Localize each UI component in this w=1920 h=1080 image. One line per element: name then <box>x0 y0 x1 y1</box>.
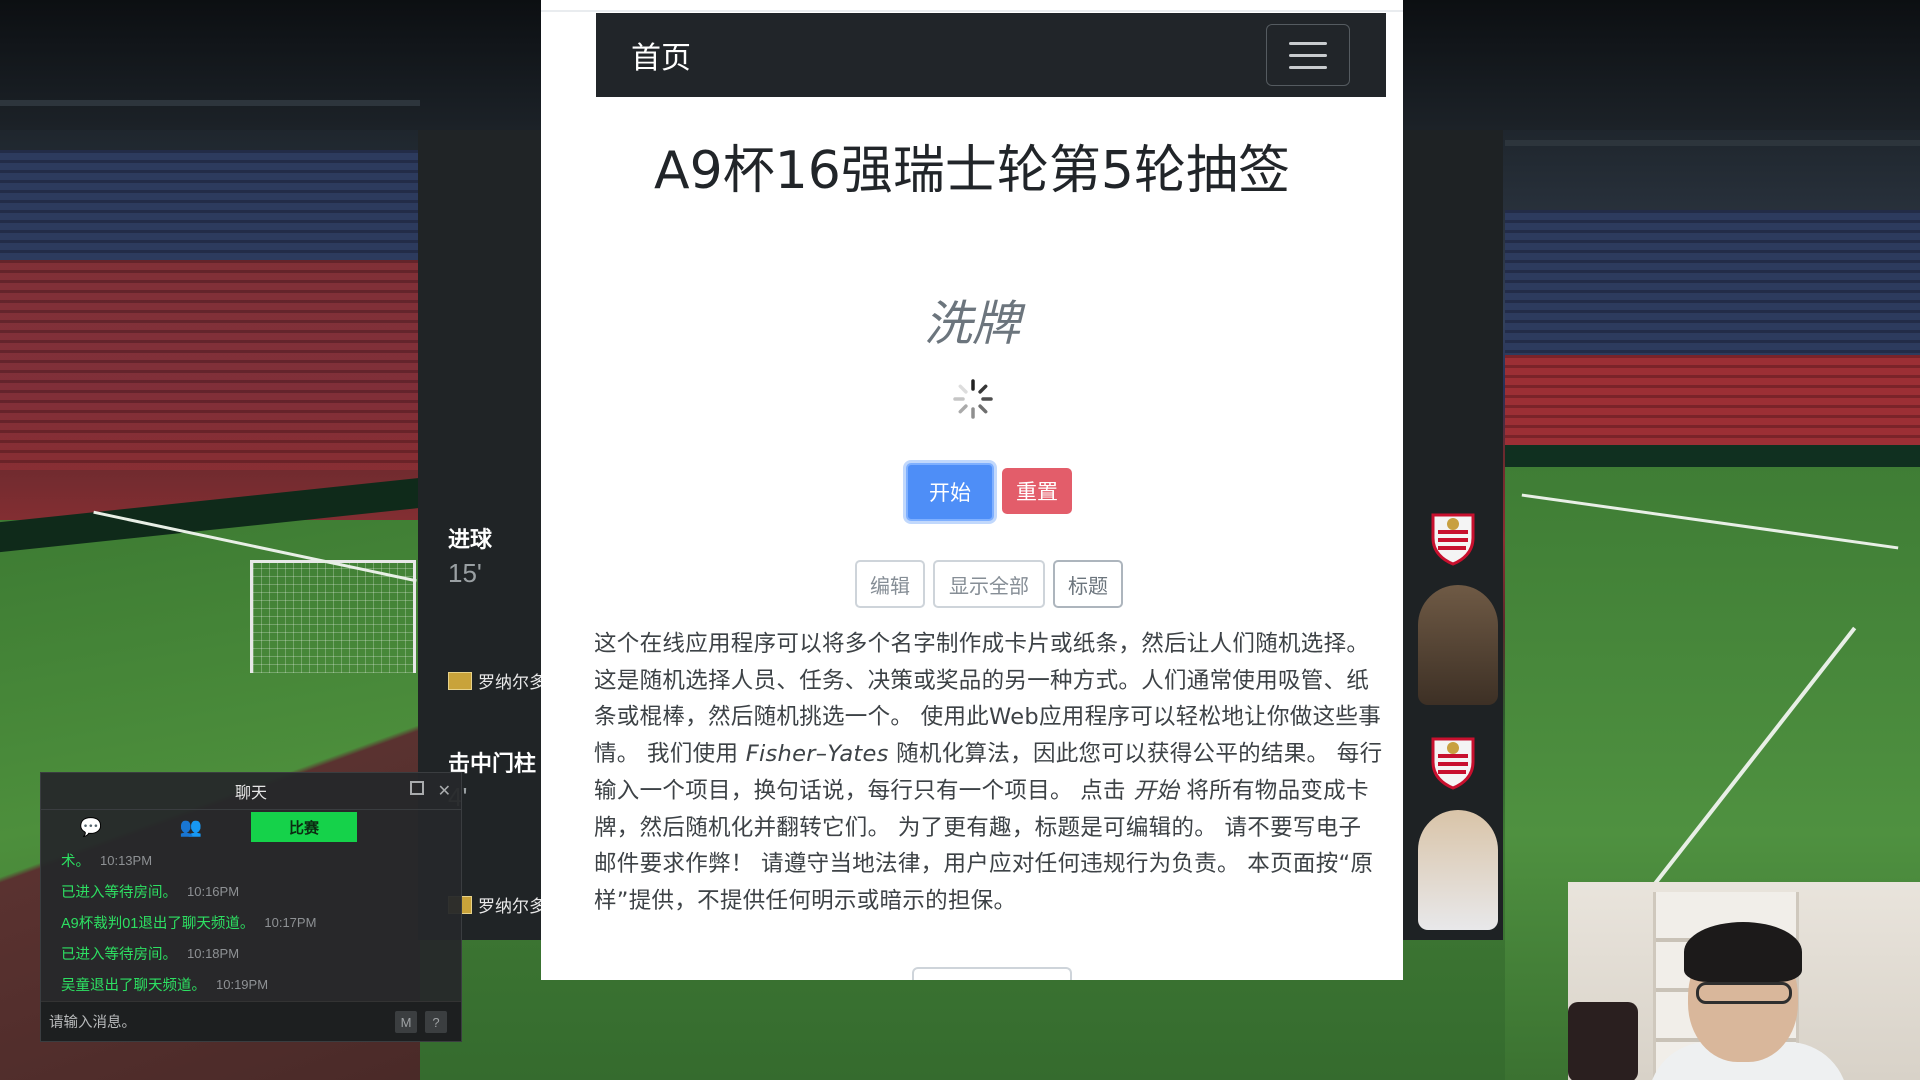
streamer-webcam <box>1568 882 1920 1080</box>
chat-message-text: 吴童退出了聊天频道。 <box>61 978 206 994</box>
shuffle-status: 洗牌 <box>923 296 1020 352</box>
chat-window-controls: ✕ <box>409 781 451 801</box>
chat-message-list: 术。 10:13PM 已进入等待房间。 10:16PM A9杯裁判01退出了聊天频道… <box>61 845 451 1000</box>
chat-message-text: 已进入等待房间。 <box>61 947 177 963</box>
chat-tabs: 💬 👥 比赛 <box>41 810 461 844</box>
description-text: 这个在线应用程序可以将多个名字制作成卡片或纸条，然后让人们随机选择。 这是随机选… <box>594 626 1384 920</box>
title-button[interactable]: 标题 <box>1053 560 1123 608</box>
country-flag-icon <box>448 671 472 690</box>
help-button[interactable]: ? <box>425 1011 447 1033</box>
hamburger-bar <box>1289 65 1327 69</box>
player-portrait <box>1418 810 1498 930</box>
chat-message: 术。 10:13PM <box>61 845 451 876</box>
chat-message: 已进入等待房间。 10:16PM <box>61 876 451 907</box>
roof-beam <box>0 100 420 106</box>
chat-message-time: 10:17PM <box>264 915 317 930</box>
ad-boards-right <box>1505 445 1920 467</box>
gaming-chair <box>1568 1002 1638 1080</box>
player-portrait <box>1418 585 1498 705</box>
top-border <box>541 10 1403 12</box>
roof-beam <box>1505 140 1920 146</box>
club-crest-icon <box>1431 737 1475 790</box>
browser-window: 首页 A9杯16强瑞士轮第5轮抽签 洗牌 开始 重置 编辑 显示全部 标题 这个… <box>541 0 1403 980</box>
tab-match[interactable]: 比赛 <box>251 812 357 842</box>
chat-bubble-icon[interactable]: 💬 <box>41 817 141 838</box>
navbar-home-link[interactable]: 首页 <box>631 33 691 77</box>
event-post-player: 罗纳尔多 <box>448 892 546 917</box>
chat-header: 聊天 ✕ <box>41 773 461 810</box>
event-goal-minute: 15' <box>448 558 482 588</box>
macro-button[interactable]: M <box>395 1011 417 1033</box>
page-title[interactable]: A9杯16强瑞士轮第5轮抽签 <box>541 128 1403 203</box>
edit-button[interactable]: 编辑 <box>855 560 925 608</box>
description-emphasis: Fisher–Yates <box>745 741 889 768</box>
event-player-name: 罗纳尔多 <box>478 673 546 692</box>
club-crest-icon <box>1431 513 1475 566</box>
popout-icon[interactable] <box>409 781 424 795</box>
stands-right <box>1505 355 1920 445</box>
chat-message: 吴童退出了聊天频道。 10:19PM <box>61 969 451 1000</box>
chat-message-text: A9杯裁判01退出了聊天频道。 <box>61 916 255 932</box>
chat-message-text: 术。 <box>61 854 90 870</box>
chat-message: A9杯裁判01退出了聊天频道。 10:17PM <box>61 907 451 938</box>
bottom-button-partial[interactable] <box>912 967 1072 980</box>
description-emphasis: 开始 <box>1133 777 1179 804</box>
close-icon[interactable]: ✕ <box>438 781 451 801</box>
event-player-name: 罗纳尔多 <box>478 897 546 916</box>
chat-message-time: 10:18PM <box>187 946 240 961</box>
navbar: 首页 <box>596 13 1386 97</box>
glasses <box>1696 982 1792 1004</box>
event-goal-label: 进球 <box>448 527 493 552</box>
reset-button[interactable]: 重置 <box>1002 468 1072 514</box>
hamburger-icon[interactable] <box>1266 24 1350 86</box>
show-all-button[interactable]: 显示全部 <box>933 560 1045 608</box>
friends-icon[interactable]: 👥 <box>141 817 241 838</box>
event-goal-player: 罗纳尔多 <box>448 668 546 693</box>
chat-message-time: 10:13PM <box>100 853 153 868</box>
chat-message-text: 已进入等待房间。 <box>61 885 177 901</box>
loading-spinner-icon <box>953 379 993 419</box>
chat-message: 已进入等待房间。 10:18PM <box>61 938 451 969</box>
hamburger-bar <box>1289 53 1327 57</box>
start-button[interactable]: 开始 <box>906 463 994 521</box>
chat-title: 聊天 <box>234 785 267 802</box>
stands-right-upper <box>1505 210 1920 370</box>
chat-message-time: 10:16PM <box>187 884 240 899</box>
stands-left-upper <box>0 150 420 260</box>
chat-message-time: 10:19PM <box>216 977 269 992</box>
chat-panel: 聊天 ✕ 💬 👥 比赛 术。 10:13PM 已进入等待房间。 10:16PM A9… <box>40 772 462 1042</box>
chat-input[interactable]: 请输入消息。 M ? <box>41 1001 461 1041</box>
streamer-hair <box>1684 922 1802 982</box>
hamburger-bar <box>1289 41 1327 45</box>
chat-input-placeholder: 请输入消息。 <box>49 1015 136 1031</box>
